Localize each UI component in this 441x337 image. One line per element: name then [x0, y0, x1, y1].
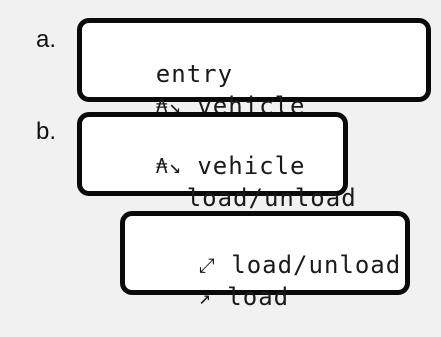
display-text: load: [211, 283, 290, 311]
step-label-b: b.: [36, 118, 57, 145]
display-text: load/unload: [155, 184, 357, 212]
display-screen-b-selection: ⤢ load/unload ↗ load: [120, 211, 410, 310]
step-label-a: a.: [36, 26, 57, 53]
display-screen-b: ₳↘ vehicle load/unload: [77, 112, 356, 211]
display-screen-a: entry ₳↘ vehicle: [77, 18, 431, 119]
load-arrow-icon: ↗: [198, 285, 212, 309]
display-line-2: ↗ load: [137, 258, 289, 336]
